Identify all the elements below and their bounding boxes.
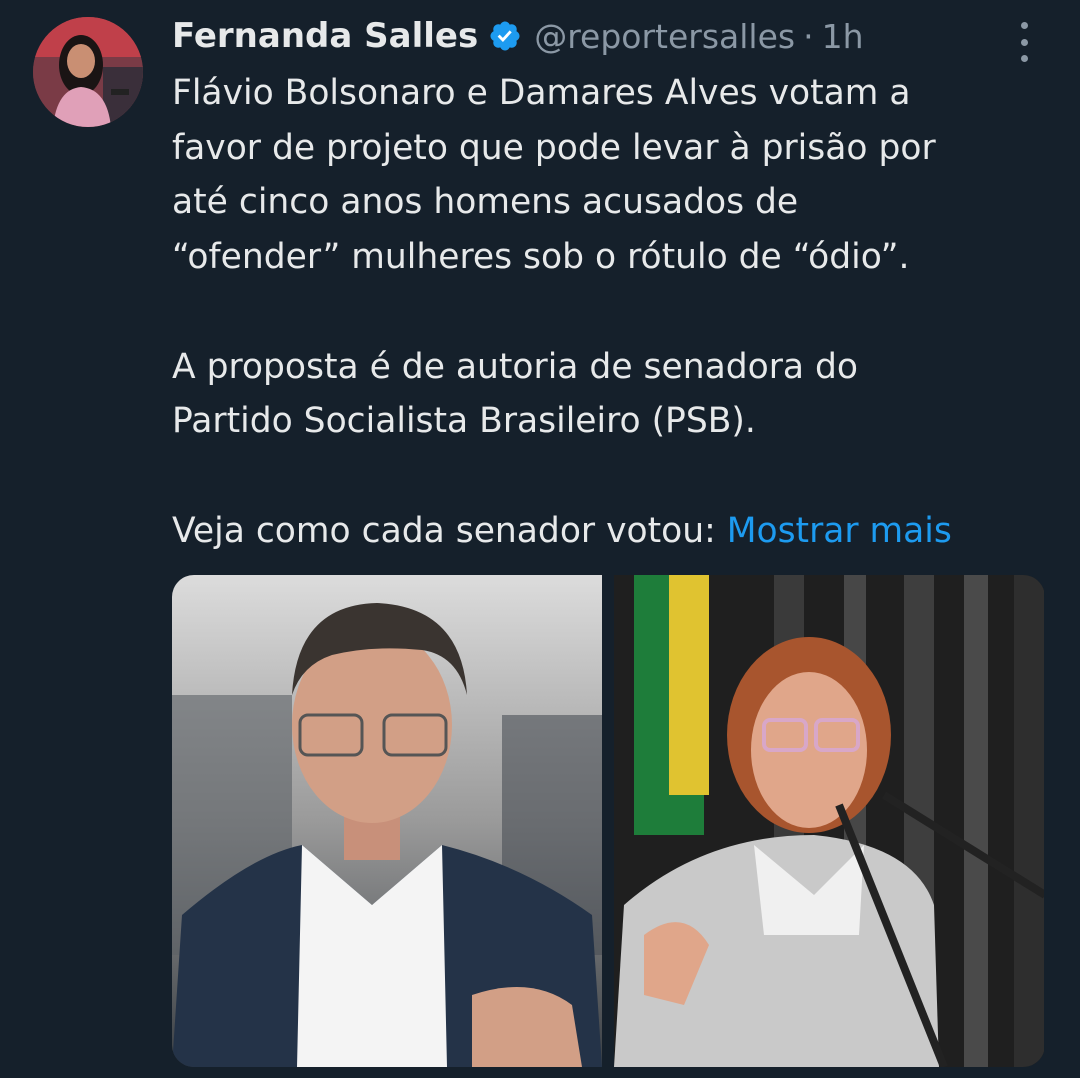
photo-man-senator[interactable] bbox=[172, 575, 602, 1067]
author-display-name[interactable]: Fernanda Salles bbox=[172, 16, 478, 56]
tweet-line: favor de projeto que pode levar à prisão… bbox=[172, 127, 936, 168]
separator-dot: · bbox=[803, 16, 814, 56]
tweet-line: Veja como cada senador votou: bbox=[172, 510, 727, 551]
more-options-icon[interactable] bbox=[1012, 22, 1036, 62]
avatar-photo-icon bbox=[33, 17, 143, 127]
tweet-timestamp[interactable]: 1h bbox=[822, 17, 864, 56]
tweet-line: Flávio Bolsonaro e Damares Alves votam a bbox=[172, 73, 911, 113]
author-avatar[interactable] bbox=[33, 17, 143, 127]
tweet-line: até cinco anos homens acusados de bbox=[172, 182, 799, 223]
tweet-line: A proposta é de autoria de senadora do bbox=[172, 346, 859, 387]
tweet-header: Fernanda Salles @reportersalles · 1h bbox=[172, 14, 864, 58]
show-more-link[interactable]: Mostrar mais bbox=[727, 511, 952, 551]
media-grid bbox=[172, 575, 1045, 1067]
verified-badge-icon bbox=[488, 19, 522, 53]
tweet-text: Flávio Bolsonaro e Damares Alves votam a… bbox=[172, 66, 1052, 558]
photo-woman-senator[interactable] bbox=[614, 575, 1044, 1067]
tweet-line: Partido Socialista Brasileiro (PSB). bbox=[172, 401, 756, 442]
tweet-line-last: Veja como cada senador votou: Mostrar ma… bbox=[172, 504, 1052, 559]
tweet-line: “ofender” mulheres sob o rótulo de “ódio… bbox=[172, 237, 910, 278]
author-handle[interactable]: @reportersalles bbox=[534, 17, 795, 56]
